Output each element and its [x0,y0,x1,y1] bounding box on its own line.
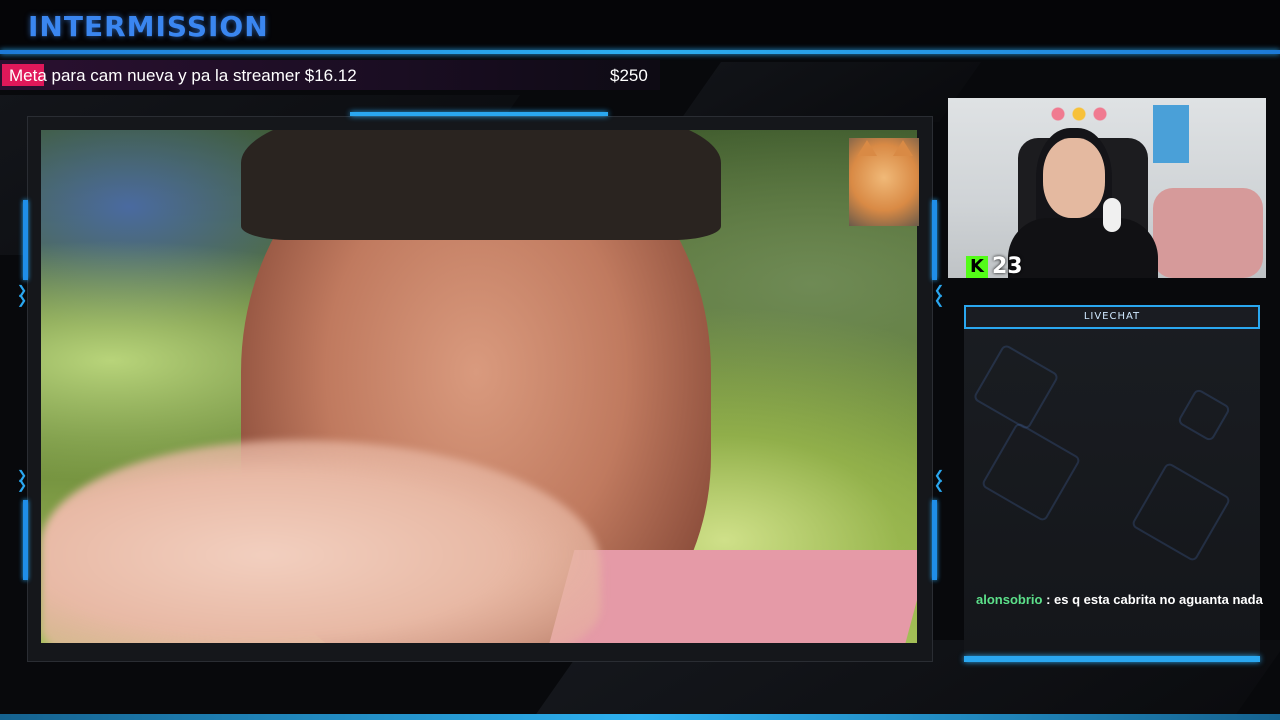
chevron-left-icon: ❯ ❯ [17,283,28,307]
frame-accent [350,112,608,116]
frame-side-accent [932,200,937,280]
poster [1153,105,1189,163]
streamer-face [1043,138,1105,218]
viewer-counter: K 23 [966,254,1023,279]
microphone [1103,198,1121,232]
chat-separator: : [1042,592,1055,607]
background-shard [678,62,982,122]
goal-bar: Meta para cam nueva y pa la streamer $16… [0,60,660,90]
chat-message: alonsobrio : es q esta cabrita no aguant… [976,592,1263,607]
frame-side-accent [23,200,28,280]
kick-icon: K [966,255,988,278]
video-hair [241,130,721,240]
chevron-left-icon: ❯ ❯ [17,468,28,492]
frame-side-accent [23,500,28,580]
goal-label: Meta para cam nueva y pa la streamer $16… [9,66,357,85]
flower-headband [1044,104,1114,124]
page-title: INTERMISSION [28,10,269,43]
title-bar: INTERMISSION [0,0,1280,52]
bottom-divider [0,714,1280,720]
chat-bottom-accent [964,656,1260,662]
chat-message-text: es q esta cabrita no aguanta nada [1054,592,1263,607]
hex-decoration [1130,461,1232,563]
chat-username[interactable]: alonsobrio [976,592,1042,607]
streamer-body [1008,218,1158,278]
goal-target: $250 [610,66,648,85]
viewer-count: 23 [992,254,1023,279]
video-shirt [547,550,917,643]
main-video [41,130,917,643]
frame-side-accent [932,500,937,580]
chat-panel [964,305,1260,662]
pillow [1153,188,1263,278]
hex-decoration [1176,387,1232,443]
webcam-feed [948,98,1266,278]
chevron-right-icon: ❮ ❮ [934,468,945,492]
cat-image [849,138,919,226]
chevron-right-icon: ❮ ❮ [934,283,945,307]
chat-header: LIVECHAT [964,305,1260,329]
hex-decoration [980,421,1082,523]
hex-decoration [972,343,1060,431]
top-divider [0,50,1280,54]
